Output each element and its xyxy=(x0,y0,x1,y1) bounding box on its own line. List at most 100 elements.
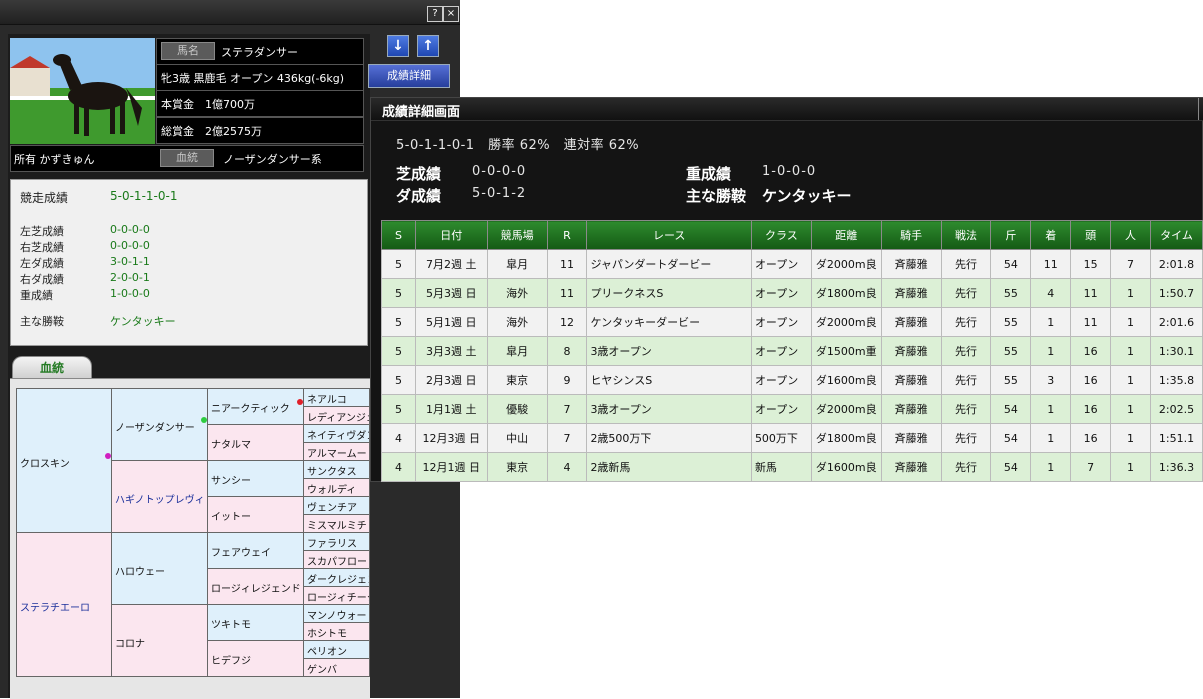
table-row[interactable]: 5 7月2週 土皐月 11 ジャパンダートダービー オープン ダ2000m良 斉藤雅 先行 54… xyxy=(381,249,1203,279)
pedigree-g3[interactable]: フェアウェイ xyxy=(207,532,304,569)
detail-title: 成績詳細画面 xyxy=(382,105,461,120)
table-cell: 7 xyxy=(546,423,588,453)
pedigree-g4[interactable]: アルマームード xyxy=(303,442,370,461)
column-header[interactable]: 日付 xyxy=(414,220,488,250)
table-cell: 5 xyxy=(381,278,416,308)
lineage-button[interactable]: 血統 xyxy=(160,149,214,167)
stat-label: 左ダ成績 xyxy=(20,257,64,270)
pedigree-g4[interactable]: ペリオン xyxy=(303,640,370,659)
pedigree-g4[interactable]: サンクタス xyxy=(303,460,370,479)
table-row[interactable]: 5 1月1週 土優駿 7 3歳オープン オープン ダ2000m良 斉藤雅 先行 54 1 16 1 2:… xyxy=(381,394,1203,424)
table-cell: 1 xyxy=(1110,307,1151,337)
pedigree-g4[interactable]: ロージィチークス xyxy=(303,586,370,605)
pedigree-g3[interactable]: ニアークティック xyxy=(207,388,304,425)
pedigree-g4[interactable]: ダークレジェン xyxy=(303,568,370,587)
pedigree-ds[interactable]: ハロウェー xyxy=(111,532,208,605)
column-header[interactable]: 騎手 xyxy=(880,220,942,250)
table-cell: 3月3週 土 xyxy=(414,336,488,366)
table-row[interactable]: 4 12月1週 日東京 4 2歳新馬 新馬 ダ1600m良 斉藤雅 先行 54 1 7 1 1:36.3 xyxy=(381,452,1203,482)
table-cell: 4 xyxy=(381,423,416,453)
stat-value: 1-0-0-0 xyxy=(110,287,150,300)
tab-pedigree[interactable]: 血統 xyxy=(12,356,92,379)
pedigree-dam[interactable]: ステラチエーロ xyxy=(16,532,112,677)
pedigree-sd[interactable]: ハギノトップレヴィ xyxy=(111,460,208,533)
column-header[interactable]: R xyxy=(546,220,588,250)
pedigree-g4[interactable]: ホシトモ xyxy=(303,622,370,641)
stat-value: 0-0-0-0 xyxy=(110,223,150,236)
table-cell: 3歳オープン xyxy=(586,394,752,424)
table-row[interactable]: 4 12月3週 日中山 7 2歳500万下 500万下 ダ1800m良 斉藤雅 先行 54 1 16… xyxy=(381,423,1203,453)
pedigree-g3[interactable]: ナタルマ xyxy=(207,424,304,461)
pedigree-g4[interactable]: スカパフロー xyxy=(303,550,370,569)
table-cell: オープン xyxy=(750,307,812,337)
table-cell: 2歳500万下 xyxy=(586,423,752,453)
pedigree-g3[interactable]: サンシー xyxy=(207,460,304,497)
table-cell: ヒヤシンスS xyxy=(586,365,752,395)
arrow-up-button[interactable]: ↑ xyxy=(417,35,439,57)
pedigree-dd[interactable]: コロナ xyxy=(111,604,208,677)
table-row[interactable]: 5 2月3週 日東京 9 ヒヤシンスS オープン ダ1600m良 斉藤雅 先行 55 3 16 1 1:… xyxy=(381,365,1203,395)
table-cell: 2:02.5 xyxy=(1150,394,1203,424)
table-cell: 1 xyxy=(1030,423,1072,453)
table-cell: 11 xyxy=(546,249,588,279)
main-win-label: 主な勝鞍 xyxy=(20,315,64,328)
pedigree-g4[interactable]: ネイティヴダン xyxy=(303,424,370,443)
pedigree-g3[interactable]: ロージィレジェンド xyxy=(207,568,304,605)
table-row[interactable]: 5 5月3週 日海外 11 プリークネスS オープン ダ1800m良 斉藤雅 先行 55 4 11 1… xyxy=(381,278,1203,308)
pedigree-g4[interactable]: ファラリス xyxy=(303,532,370,551)
pedigree-g3[interactable]: イットー xyxy=(207,496,304,533)
pedigree-g4[interactable]: ゲンバ xyxy=(303,658,370,677)
table-cell: 1 xyxy=(1110,452,1151,482)
column-header[interactable]: 戦法 xyxy=(940,220,992,250)
table-cell: 2月3週 日 xyxy=(414,365,488,395)
pedigree-g3[interactable]: ツキトモ xyxy=(207,604,304,641)
column-header[interactable]: 頭 xyxy=(1070,220,1112,250)
table-cell: 11 xyxy=(1070,278,1112,308)
stat-value: 3-0-1-1 xyxy=(110,255,150,268)
table-cell: 3歳オープン xyxy=(586,336,752,366)
column-header[interactable]: 競馬場 xyxy=(486,220,548,250)
table-cell: 斉藤雅 xyxy=(880,365,942,395)
table-row[interactable]: 5 5月1週 日海外 12 ケンタッキーダービー オープン ダ2000m良 斉藤雅 先行 55 1… xyxy=(381,307,1203,337)
column-header[interactable]: レース xyxy=(586,220,752,250)
table-cell: ダ1600m良 xyxy=(810,365,882,395)
table-cell: ダ2000m良 xyxy=(810,394,882,424)
column-header[interactable]: 斤 xyxy=(990,220,1032,250)
pedigree-g4[interactable]: ヴェンチア xyxy=(303,496,370,515)
table-cell: 先行 xyxy=(940,336,992,366)
horse-profile: 牝3歳 黒鹿毛 オープン 436kg(-6kg) xyxy=(161,72,345,85)
arrow-down-button[interactable]: ↓ xyxy=(387,35,409,57)
help-button[interactable]: ? xyxy=(427,6,443,22)
table-cell: 先行 xyxy=(940,307,992,337)
table-cell: 皐月 xyxy=(486,249,548,279)
column-header[interactable]: 人 xyxy=(1110,220,1151,250)
table-cell: 3 xyxy=(1030,365,1072,395)
record-label: 競走成績 xyxy=(20,191,69,205)
pedigree-g4[interactable]: レディアンジェ xyxy=(303,406,370,425)
column-header[interactable]: 着 xyxy=(1030,220,1072,250)
table-cell: 500万下 xyxy=(750,423,812,453)
table-cell: 12 xyxy=(546,307,588,337)
pedigree-g3[interactable]: ヒデフジ xyxy=(207,640,304,677)
pedigree-g4[interactable]: ミスマルミチ xyxy=(303,514,370,533)
prize-main-row: 本賞金 1億700万 xyxy=(156,90,364,117)
table-cell: オープン xyxy=(750,278,812,308)
column-header[interactable]: 距離 xyxy=(810,220,882,250)
table-cell: 1 xyxy=(1030,307,1072,337)
lineage: ノーザンダンサー系 xyxy=(223,153,322,166)
detail-button[interactable]: 成績詳細 xyxy=(368,64,450,88)
pedigree-ss[interactable]: ノーザンダンサー xyxy=(111,388,208,461)
table-cell: 東京 xyxy=(486,452,548,482)
column-header[interactable]: S xyxy=(381,220,416,250)
pedigree-g4[interactable]: ウォルディ xyxy=(303,478,370,497)
table-cell: 55 xyxy=(990,307,1032,337)
pedigree-sire[interactable]: クロスキン xyxy=(16,388,112,533)
close-button[interactable]: × xyxy=(443,6,459,22)
table-cell: 1:35.8 xyxy=(1150,365,1203,395)
stat-label: 左芝成績 xyxy=(20,225,64,238)
table-row[interactable]: 5 3月3週 土皐月 8 3歳オープン オープン ダ1500m重 斉藤雅 先行 55 1 16 1 1:… xyxy=(381,336,1203,366)
pedigree-g4[interactable]: ネアルコ xyxy=(303,388,370,407)
column-header[interactable]: タイム xyxy=(1150,220,1203,250)
column-header[interactable]: クラス xyxy=(750,220,812,250)
pedigree-g4[interactable]: マンノウォー xyxy=(303,604,370,623)
